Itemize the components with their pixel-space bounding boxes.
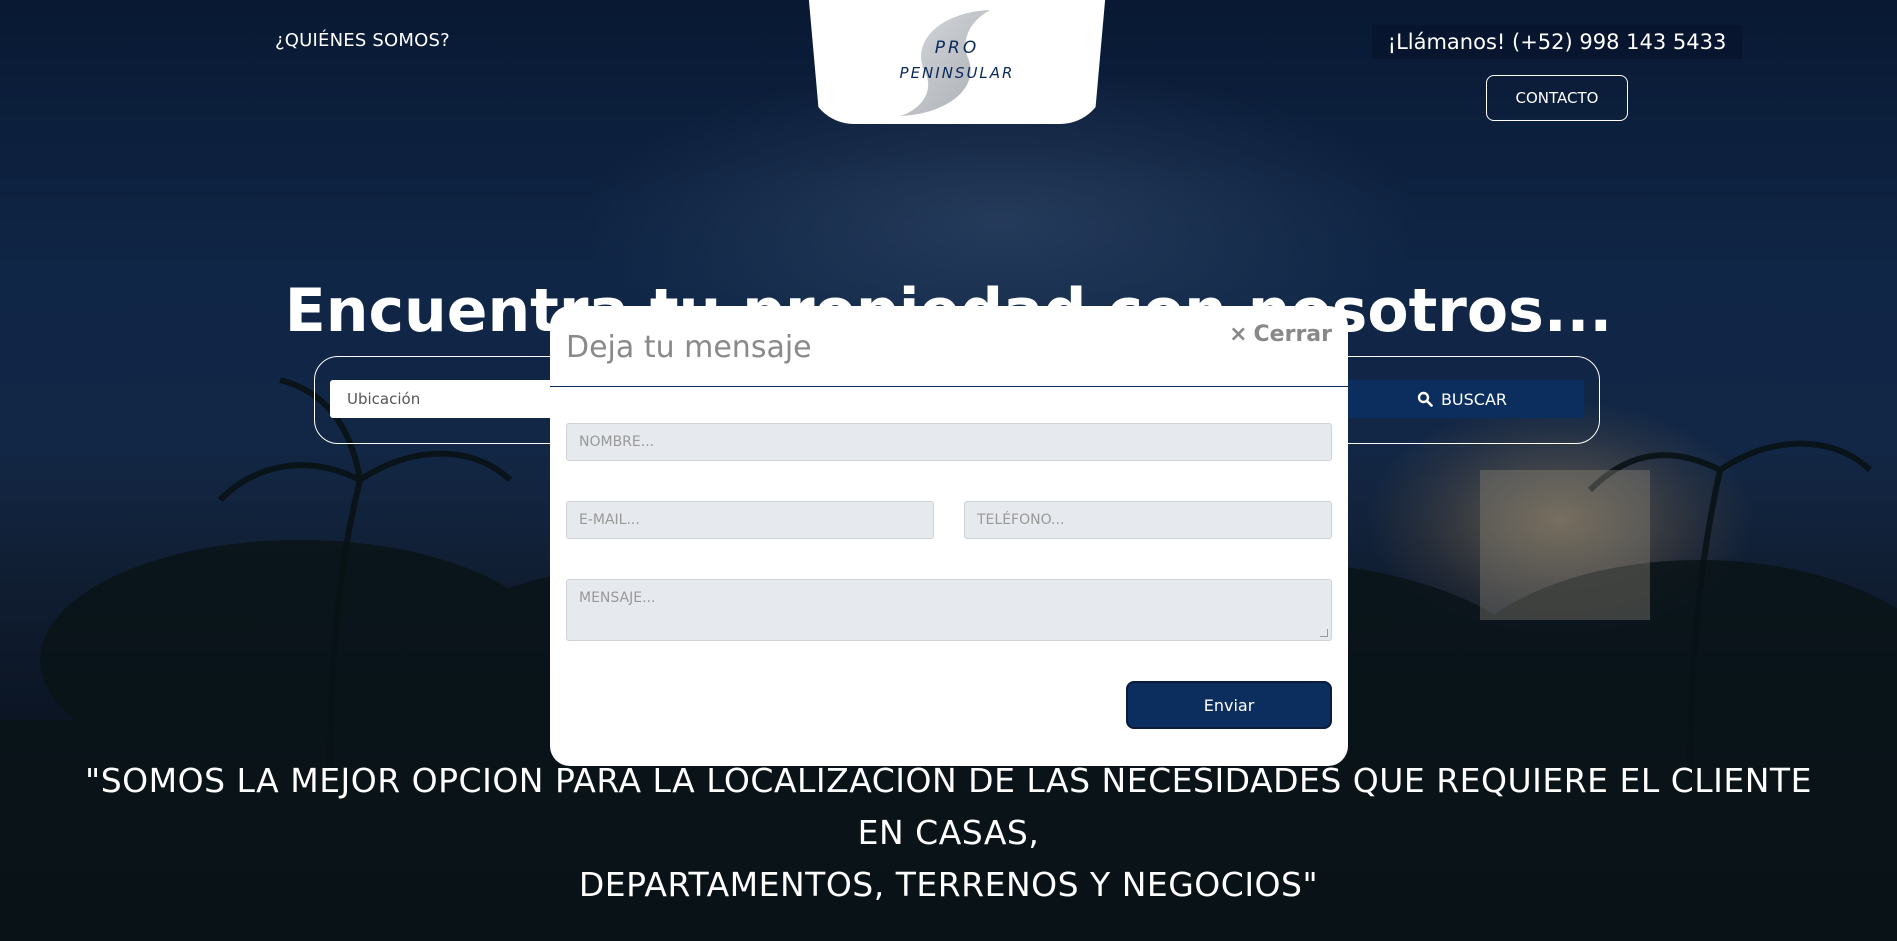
logo-text-pro: PRO <box>934 38 980 58</box>
message-placeholder: MENSAJE... <box>579 590 656 606</box>
nav-about-link[interactable]: ¿QUIÉNES SOMOS? <box>275 30 450 51</box>
modal-title: Deja tu mensaje <box>566 330 812 365</box>
close-button[interactable]: × Cerrar <box>1229 322 1332 347</box>
search-button[interactable]: BUSCAR <box>1340 380 1584 418</box>
search-button-label: BUSCAR <box>1440 389 1508 409</box>
search-icon <box>1417 391 1433 407</box>
phone-field[interactable]: TELÉFONO... <box>964 501 1332 539</box>
phone-banner[interactable]: ¡Llámanos! (+52) 998 143 5433 <box>1372 25 1742 59</box>
send-button[interactable]: Enviar <box>1126 681 1332 729</box>
logo-text-peninsular: PENINSULAR <box>899 64 1015 82</box>
contact-button[interactable]: CONTACTO <box>1486 75 1628 121</box>
location-input[interactable]: Ubicación <box>330 380 570 418</box>
message-modal: Deja tu mensaje × Cerrar NOMBRE... E-MAI… <box>550 306 1348 766</box>
tagline-line-2: DEPARTAMENTOS, TERRENOS Y NEGOCIOS" <box>578 865 1319 904</box>
logo[interactable]: PRO PENINSULAR <box>808 0 1106 124</box>
message-field[interactable]: MENSAJE... <box>566 579 1332 641</box>
resize-grip-icon[interactable] <box>1320 629 1328 637</box>
modal-header: Deja tu mensaje × Cerrar <box>550 306 1348 387</box>
email-field[interactable]: E-MAIL... <box>566 501 934 539</box>
tagline-line-1: "SOMOS LA MEJOR OPCION PARA LA LOCALIZAC… <box>85 761 1812 852</box>
tagline: "SOMOS LA MEJOR OPCION PARA LA LOCALIZAC… <box>60 755 1837 911</box>
logo-swirl-icon <box>900 10 990 116</box>
close-label: Cerrar <box>1253 322 1332 347</box>
close-icon: × <box>1229 322 1248 347</box>
name-field[interactable]: NOMBRE... <box>566 423 1332 461</box>
